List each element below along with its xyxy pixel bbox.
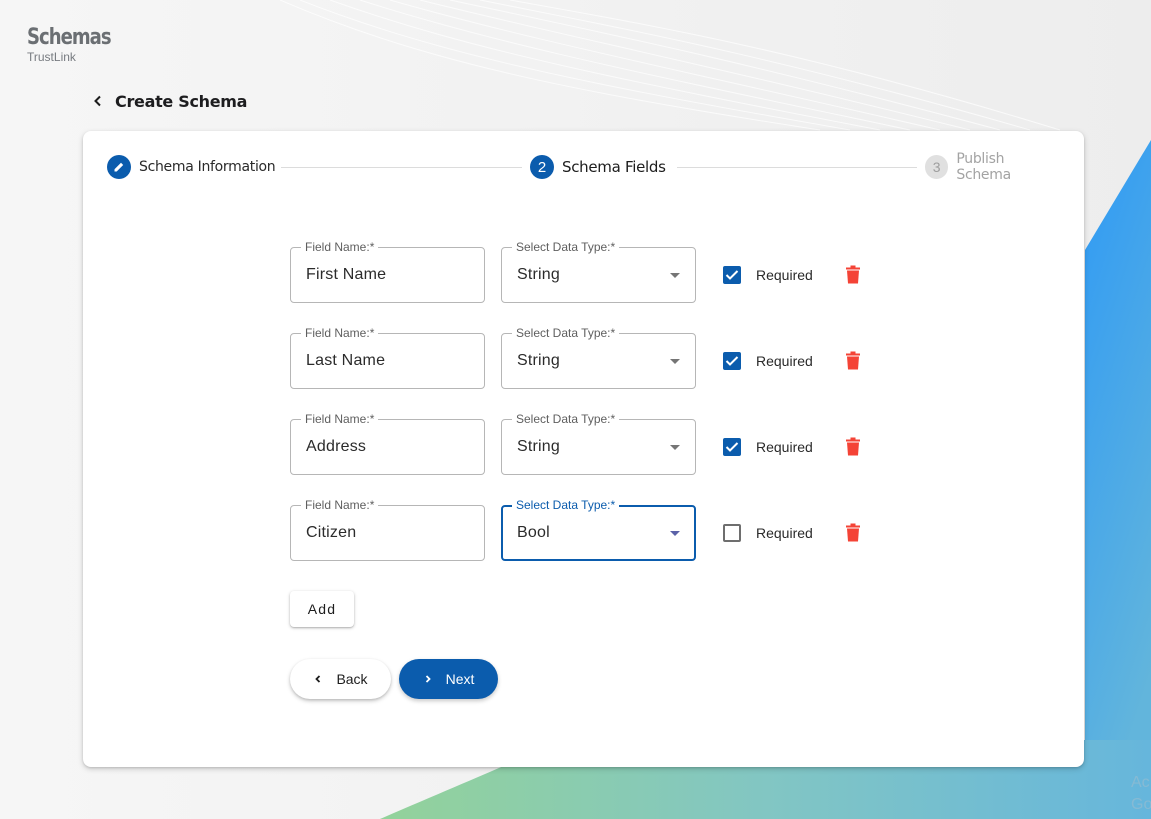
trash-icon bbox=[846, 265, 860, 284]
data-type-label: Select Data Type:* bbox=[512, 326, 620, 340]
back-button-label: Back bbox=[336, 671, 368, 687]
delete-field-button[interactable] bbox=[846, 523, 860, 543]
schema-form-card: Schema Information 2 Schema Fields 3 Pub… bbox=[83, 131, 1084, 767]
watermark-line-1: Ac bbox=[1131, 774, 1150, 791]
trash-icon bbox=[846, 437, 860, 456]
data-type-value: Bool bbox=[517, 524, 550, 541]
dropdown-arrow-icon bbox=[670, 273, 680, 278]
add-field-button[interactable]: Add bbox=[290, 591, 354, 627]
required-checkbox[interactable] bbox=[723, 438, 741, 456]
app-title: Schemas bbox=[27, 25, 112, 50]
field-name-label: Field Name:* bbox=[301, 240, 379, 254]
step-3-label: Publish Schema bbox=[956, 151, 1011, 183]
step-schema-information[interactable]: Schema Information bbox=[107, 155, 276, 179]
field-name-input[interactable]: Field Name:* First Name bbox=[290, 240, 485, 303]
field-name-label: Field Name:* bbox=[301, 412, 379, 426]
data-type-value: String bbox=[517, 438, 560, 455]
delete-field-button[interactable] bbox=[846, 351, 860, 371]
field-name-value: First Name bbox=[306, 266, 387, 283]
next-button[interactable]: Next bbox=[399, 659, 498, 699]
dropdown-arrow-icon bbox=[670, 445, 680, 450]
data-type-value: String bbox=[517, 266, 560, 283]
next-button-label: Next bbox=[445, 671, 475, 687]
field-name-value: Citizen bbox=[306, 524, 357, 541]
checkmark-icon bbox=[725, 442, 739, 452]
data-type-select[interactable]: Select Data Type:* Bool bbox=[501, 498, 696, 561]
back-button[interactable]: Back bbox=[290, 659, 391, 699]
app-subtitle: TrustLink bbox=[27, 50, 76, 64]
trash-icon bbox=[846, 523, 860, 542]
watermark-line-2: Go bbox=[1131, 796, 1151, 813]
required-label: Required bbox=[756, 353, 813, 369]
schema-fields-list: Field Name:* First Name Select Data Type… bbox=[290, 240, 890, 591]
required-checkbox[interactable] bbox=[723, 524, 741, 542]
os-activation-watermark: Ac Go bbox=[1131, 772, 1151, 816]
field-name-input[interactable]: Field Name:* Citizen bbox=[290, 498, 485, 561]
data-type-label: Select Data Type:* bbox=[512, 498, 620, 512]
app-brand: Schemas TrustLink bbox=[27, 25, 129, 65]
required-label: Required bbox=[756, 525, 813, 541]
checkmark-icon bbox=[725, 270, 739, 280]
required-label: Required bbox=[756, 439, 813, 455]
step-1-label: Schema Information bbox=[139, 159, 276, 175]
required-label: Required bbox=[756, 267, 813, 283]
step-2-label: Schema Fields bbox=[562, 158, 666, 176]
back-button[interactable] bbox=[88, 90, 108, 112]
chevron-left-icon bbox=[94, 95, 101, 107]
data-type-select[interactable]: Select Data Type:* String bbox=[501, 412, 696, 475]
delete-field-button[interactable] bbox=[846, 437, 860, 457]
data-type-label: Select Data Type:* bbox=[512, 412, 620, 426]
data-type-select[interactable]: Select Data Type:* String bbox=[501, 326, 696, 389]
pencil-icon bbox=[114, 162, 124, 172]
field-name-input[interactable]: Field Name:* Last Name bbox=[290, 326, 485, 389]
field-row: Field Name:* Address Select Data Type:* … bbox=[290, 412, 890, 475]
field-name-label: Field Name:* bbox=[301, 326, 379, 340]
step-3-circle: 3 bbox=[925, 155, 949, 179]
step-connector bbox=[281, 167, 522, 168]
required-checkbox[interactable] bbox=[723, 266, 741, 284]
step-publish-schema[interactable]: 3 Publish Schema bbox=[925, 151, 1060, 183]
data-type-value: String bbox=[517, 352, 560, 369]
step-connector bbox=[677, 167, 917, 168]
dropdown-arrow-icon bbox=[670, 359, 680, 364]
page-header: Create Schema bbox=[88, 90, 247, 112]
field-name-label: Field Name:* bbox=[301, 498, 379, 512]
stepper: Schema Information 2 Schema Fields 3 Pub… bbox=[107, 151, 1060, 183]
wizard-navigation: Back Next bbox=[290, 659, 498, 699]
field-row: Field Name:* Last Name Select Data Type:… bbox=[290, 326, 890, 389]
field-name-input[interactable]: Field Name:* Address bbox=[290, 412, 485, 475]
field-row: Field Name:* First Name Select Data Type… bbox=[290, 240, 890, 303]
field-row: Field Name:* Citizen Select Data Type:* … bbox=[290, 498, 890, 561]
step-schema-fields[interactable]: 2 Schema Fields bbox=[530, 155, 666, 179]
data-type-label: Select Data Type:* bbox=[512, 240, 620, 254]
delete-field-button[interactable] bbox=[846, 265, 860, 285]
field-name-value: Last Name bbox=[306, 352, 386, 369]
page-title: Create Schema bbox=[115, 91, 248, 111]
step-2-circle: 2 bbox=[530, 155, 554, 179]
dropdown-arrow-icon bbox=[670, 531, 680, 536]
chevron-left-icon bbox=[315, 675, 321, 683]
data-type-select[interactable]: Select Data Type:* String bbox=[501, 240, 696, 303]
trash-icon bbox=[846, 351, 860, 370]
step-1-circle bbox=[107, 155, 131, 179]
checkmark-icon bbox=[725, 356, 739, 366]
required-checkbox[interactable] bbox=[723, 352, 741, 370]
field-name-value: Address bbox=[306, 438, 367, 455]
chevron-right-icon bbox=[425, 675, 431, 683]
